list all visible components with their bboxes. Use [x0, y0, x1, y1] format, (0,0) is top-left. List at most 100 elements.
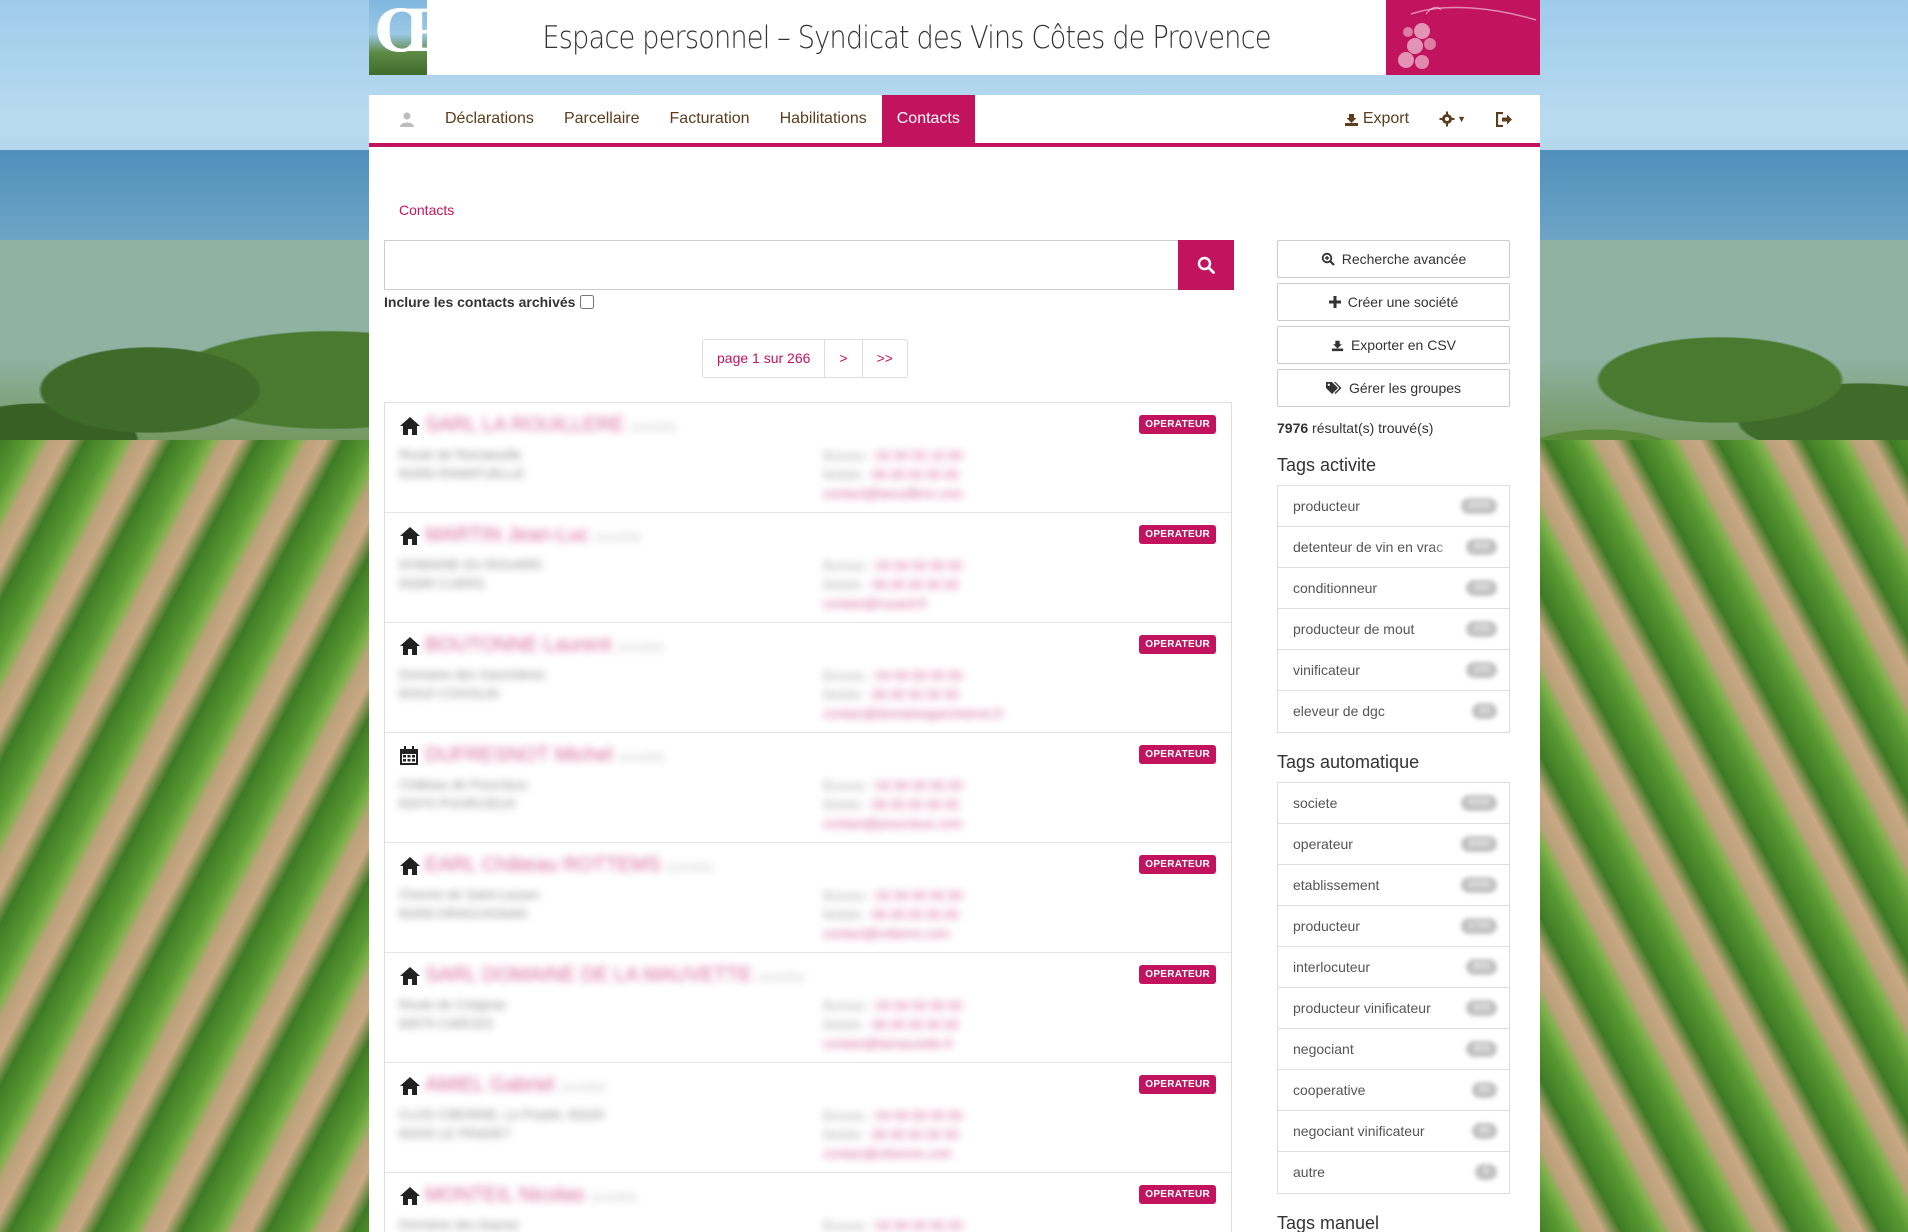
result-name-link[interactable]: SARL LA ROUILLERE (société) [425, 414, 676, 437]
main-content: Déclarations Parcellaire Facturation Hab… [369, 95, 1540, 1232]
tag-label: conditionneur [1293, 580, 1378, 596]
operateur-badge: OPERATEUR [1139, 415, 1216, 434]
user-icon[interactable] [384, 95, 430, 143]
nav-export[interactable]: Export [1329, 95, 1424, 143]
result-address: Domaine des Garcinières 83310 COGOLIN [399, 667, 546, 701]
tag-item[interactable]: etablissement 2000 [1278, 865, 1509, 906]
logout-button[interactable] [1481, 95, 1528, 143]
archived-toggle[interactable]: Inclure les contacts archivés [384, 294, 595, 310]
result-row: EARL Château ROTTEMS (société) OPERATEUR … [385, 843, 1231, 953]
result-contact-info: Bureau : 04 94 00 00 00 Mobile : 06 00 0… [823, 998, 963, 1051]
tag-count-badge: 10 [1471, 703, 1497, 719]
tag-count-badge: 600 [1466, 1000, 1497, 1016]
nav-declarations[interactable]: Déclarations [430, 95, 549, 143]
tag-item[interactable]: negociant 300 [1278, 1029, 1509, 1070]
result-row: MONTEIL Nicolas (société) OPERATEUR Domai… [385, 1173, 1231, 1232]
tag-count-badge: 1700 [1460, 918, 1497, 934]
archived-checkbox[interactable] [580, 295, 595, 309]
tag-item[interactable]: conditionneur 300 [1278, 568, 1509, 609]
result-name-link[interactable]: BOUTONNE Laurent (société) [425, 634, 663, 657]
tag-item[interactable]: producteur 3000 [1278, 486, 1509, 527]
tag-label: producteur [1293, 498, 1360, 514]
result-contact-info: Bureau : 04 94 00 00 00 Mobile : 06 00 0… [823, 668, 1004, 721]
plus-icon [1328, 296, 1341, 308]
result-name-link[interactable]: AMIEL Gabriel (société) [425, 1074, 606, 1097]
tag-item[interactable]: operateur 3000 [1278, 824, 1509, 865]
result-name-link[interactable]: EARL Château ROTTEMS (société) [425, 854, 713, 877]
result-row: SARL LA ROUILLERE (société) OPERATEUR Rou… [385, 403, 1231, 513]
export-csv-button[interactable]: Exporter en CSV [1277, 326, 1510, 364]
pagination-last[interactable]: >> [863, 340, 907, 377]
gear-icon [1439, 111, 1455, 127]
tag-item[interactable]: eleveur de dgc 10 [1278, 691, 1509, 732]
brand-logo[interactable]: CP [369, 0, 427, 75]
result-count-number: 7976 [1277, 420, 1309, 436]
result-contact-info: Bureau : 04 94 00 00 00 Mobile : 06 00 0… [823, 1218, 963, 1232]
tags-manuel-title: Tags manuel [1277, 1213, 1380, 1232]
main-navbar: Déclarations Parcellaire Facturation Hab… [369, 95, 1540, 147]
export-icon [1344, 113, 1358, 126]
operateur-badge: OPERATEUR [1139, 855, 1216, 874]
result-name-link[interactable]: MONTEIL Nicolas (société) [425, 1184, 636, 1207]
calendar-icon [399, 746, 423, 770]
operateur-badge: OPERATEUR [1139, 635, 1216, 654]
tag-item[interactable]: negociant vinificateur 40 [1278, 1111, 1509, 1152]
tag-label: cooperative [1293, 1082, 1366, 1098]
tag-item[interactable]: detenteur de vin en vrac 400 [1278, 527, 1509, 568]
pagination-next[interactable]: > [825, 340, 863, 377]
result-name-link[interactable]: SARL DOMAINE DE LA MAUVETTE (société) [425, 964, 804, 987]
settings-dropdown[interactable]: ▼ [1424, 95, 1481, 143]
tag-count-badge: 300 [1466, 580, 1497, 596]
result-contact-info: Bureau : 04 94 00 00 00 Mobile : 06 00 0… [823, 888, 963, 941]
page-container: CP Espace personnel – Syndicat des Vins … [369, 0, 1540, 1232]
tag-label: eleveur de dgc [1293, 703, 1385, 719]
header-banner: CP Espace personnel – Syndicat des Vins … [369, 0, 1540, 75]
breadcrumb[interactable]: Contacts [399, 202, 454, 218]
create-company-button[interactable]: Créer une société [1277, 283, 1510, 321]
operateur-badge: OPERATEUR [1139, 525, 1216, 544]
tag-item[interactable]: interlocuteur 800 [1278, 947, 1509, 988]
nav-export-label: Export [1362, 110, 1410, 127]
pagination-current[interactable]: page 1 sur 266 [703, 340, 826, 377]
tag-count-badge: 2000 [1460, 877, 1497, 893]
caret-down-icon: ▼ [1457, 114, 1466, 124]
tag-item[interactable]: producteur de mout 200 [1278, 609, 1509, 650]
result-name-link[interactable]: DUFRESNOT Michel (société) [425, 744, 664, 767]
grape-logo [1386, 0, 1540, 75]
result-count-suffix: résultat(s) trouvé(s) [1312, 420, 1434, 436]
tag-item[interactable]: producteur vinificateur 600 [1278, 988, 1509, 1029]
home-icon [399, 966, 423, 990]
nav-parcellaire[interactable]: Parcellaire [549, 95, 655, 143]
advanced-search-button[interactable]: Recherche avancée [1277, 240, 1510, 278]
home-icon [399, 856, 423, 880]
result-address: CLOS CIBONNE, Le Pradet, 83220 83220 LE … [399, 1107, 605, 1141]
tag-item[interactable]: producteur 1700 [1278, 906, 1509, 947]
search-plus-icon [1321, 252, 1335, 266]
tag-item[interactable]: autre 5 [1278, 1152, 1509, 1193]
result-address: Domaine des Aspras 83570 CORRENS [399, 1217, 519, 1232]
manage-groups-button[interactable]: Gérer les groupes [1277, 369, 1510, 407]
operateur-badge: OPERATEUR [1139, 965, 1216, 984]
nav-habilitations[interactable]: Habilitations [765, 95, 882, 143]
tag-item[interactable]: vinificateur 100 [1278, 650, 1509, 691]
tag-label: autre [1293, 1164, 1325, 1180]
tags-automatique-list: societe 4000 operateur 3000 etablissement … [1277, 782, 1510, 1194]
create-company-label: Créer une société [1347, 294, 1459, 310]
search-button[interactable] [1178, 240, 1234, 290]
tag-count-badge: 100 [1466, 662, 1497, 678]
result-address: Route de Cotignac 83570 CARCES [399, 997, 507, 1031]
archived-label: Inclure les contacts archivés [384, 294, 576, 310]
pagination: page 1 sur 266 > >> [702, 339, 908, 378]
result-contact-info: Bureau : 04 94 00 00 00 Mobile : 06 00 0… [823, 1108, 963, 1161]
tag-label: societe [1293, 795, 1338, 811]
tag-item[interactable]: cooperative 50 [1278, 1070, 1509, 1111]
tag-item[interactable]: societe 4000 [1278, 783, 1509, 824]
tag-count-badge: 400 [1466, 539, 1497, 555]
search-input[interactable] [384, 240, 1178, 290]
tag-count-badge: 40 [1471, 1123, 1497, 1139]
manage-groups-label: Gérer les groupes [1348, 380, 1462, 396]
nav-facturation[interactable]: Facturation [655, 95, 765, 143]
nav-contacts[interactable]: Contacts [881, 95, 975, 143]
result-name-link[interactable]: MARTIN Jean-Luc (société) [425, 524, 641, 547]
tags-automatique-title: Tags automatique [1277, 752, 1420, 772]
